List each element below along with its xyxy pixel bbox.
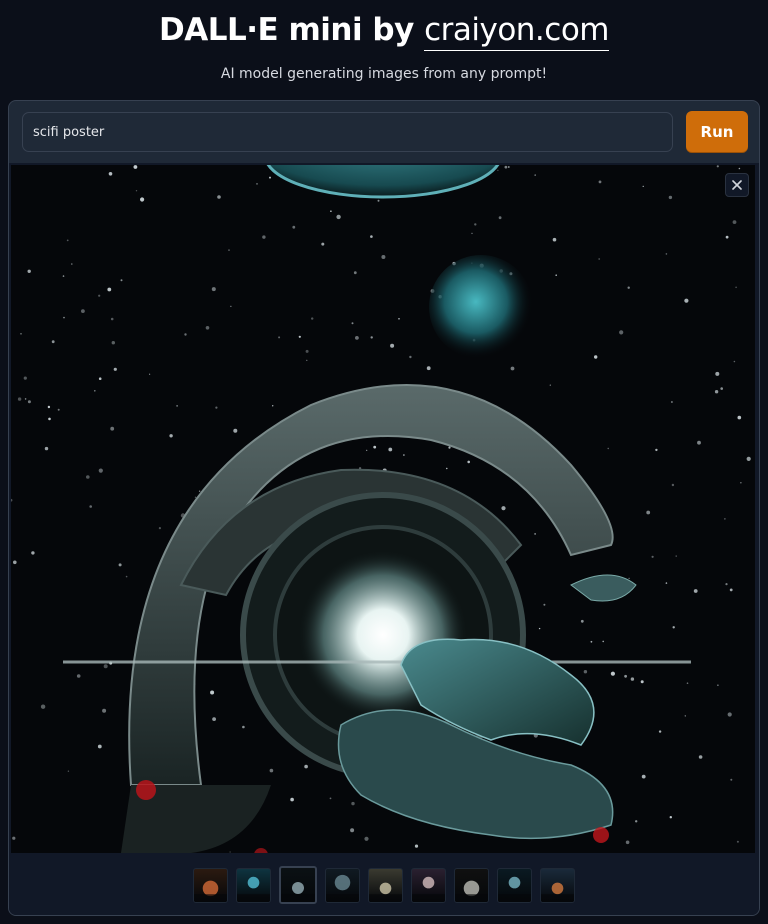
app-page: DALL·E mini by craiyon.com AI model gene… xyxy=(0,0,768,924)
thumbnail-8[interactable] xyxy=(497,867,532,903)
thumbnail-image xyxy=(326,874,359,902)
thumbnail-image xyxy=(194,880,227,902)
thumbnail-image xyxy=(498,876,531,902)
thumbnail-image xyxy=(369,882,402,902)
thumbnail-image xyxy=(455,880,488,902)
craiyon-link[interactable]: craiyon.com xyxy=(424,14,609,51)
thumbnail-7[interactable] xyxy=(454,867,489,903)
prompt-input[interactable] xyxy=(22,112,673,152)
page-title: DALL·E mini by craiyon.com xyxy=(0,12,768,51)
image-gallery xyxy=(9,163,759,915)
page-subtitle: AI model generating images from any prom… xyxy=(220,66,548,82)
thumbnail-6[interactable] xyxy=(411,867,446,903)
thumbnail-strip xyxy=(9,855,759,915)
thumbnail-2[interactable] xyxy=(236,867,271,903)
generated-image-preview[interactable] xyxy=(11,165,755,853)
thumbnail-9[interactable] xyxy=(540,867,575,903)
thumbnail-1[interactable] xyxy=(193,867,228,903)
generator-panel: Run xyxy=(8,100,760,916)
scifi-poster-image xyxy=(11,165,755,853)
thumbnail-image xyxy=(281,882,315,902)
thumbnail-5[interactable] xyxy=(368,867,403,903)
close-icon xyxy=(732,180,742,190)
thumbnail-image xyxy=(541,882,574,902)
thumbnail-4[interactable] xyxy=(325,867,360,903)
title-prefix: DALL·E mini by xyxy=(158,12,425,48)
thumbnail-3[interactable] xyxy=(279,866,317,904)
close-preview-button[interactable] xyxy=(725,173,749,197)
header: DALL·E mini by craiyon.com AI model gene… xyxy=(0,0,768,100)
thumbnail-image xyxy=(237,876,270,902)
thumbnail-image xyxy=(412,876,445,902)
run-button[interactable]: Run xyxy=(686,111,748,153)
